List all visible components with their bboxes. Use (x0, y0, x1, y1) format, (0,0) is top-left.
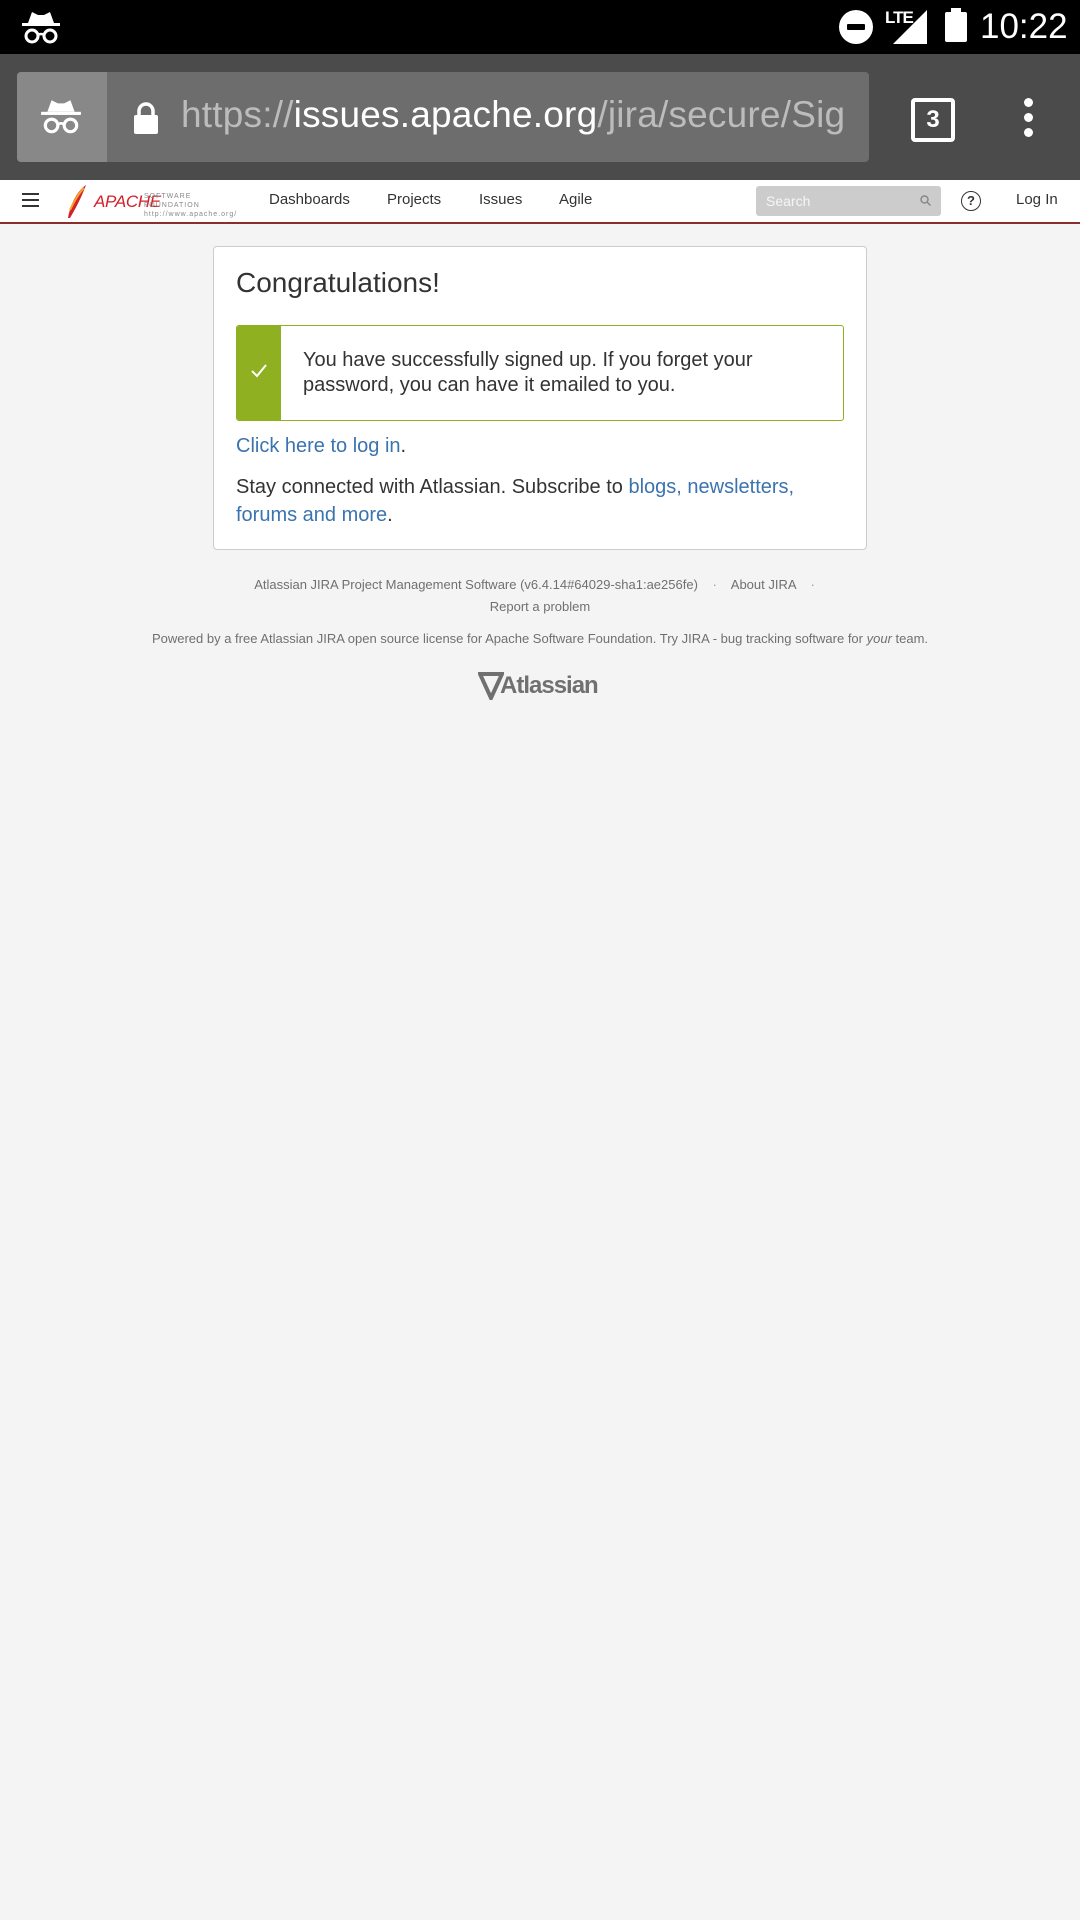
footer-separator: · (712, 577, 717, 592)
url-text[interactable]: https://issues.apache.org/jira/secure/Si… (181, 94, 861, 136)
nav-issues[interactable]: Issues (479, 191, 522, 208)
tab-switcher-button[interactable]: 3 (911, 98, 955, 142)
search-icon[interactable] (920, 195, 931, 206)
success-bar (237, 326, 281, 420)
stay-suffix: . (387, 504, 393, 526)
search-input[interactable] (756, 186, 916, 216)
url-bar[interactable]: https://issues.apache.org/jira/secure/Si… (17, 72, 869, 162)
click-to-login-link[interactable]: Click here to log in (236, 435, 401, 457)
url-host: issues.apache.org (293, 94, 598, 135)
stay-prefix: Stay connected with Atlassian. Subscribe… (236, 476, 629, 498)
nav-projects[interactable]: Projects (387, 191, 441, 208)
login-line-suffix: . (400, 435, 407, 457)
report-problem-link[interactable]: Report a problem (490, 599, 590, 614)
battery-icon (945, 8, 967, 42)
powered-by-text: Powered by a free Atlassian JIRA open so… (151, 631, 929, 646)
signal-icon (893, 10, 927, 44)
do-not-disturb-icon (839, 10, 873, 44)
login-link[interactable]: Log In (1016, 191, 1058, 208)
incognito-icon (41, 100, 81, 134)
success-message-text: You have successfully signed up. If you … (303, 349, 753, 396)
jira-header: APACHE SOFTWARE FOUNDATION http://www.ap… (0, 180, 1080, 224)
url-scheme: https:// (181, 94, 294, 135)
clock: 10:22 (980, 7, 1068, 46)
help-icon[interactable]: ? (961, 191, 981, 211)
stay-connected-text: Stay connected with Atlassian. Subscribe… (236, 473, 836, 529)
lock-icon[interactable] (133, 102, 159, 134)
login-line: Click here to log in. (236, 435, 406, 458)
logo-subtitle: SOFTWARE FOUNDATION http://www.apache.or… (144, 193, 238, 218)
nav-dashboards[interactable]: Dashboards (269, 191, 350, 208)
hamburger-menu-icon[interactable] (22, 193, 39, 207)
powered-emphasis: your (866, 631, 892, 646)
page-title: Congratulations! (236, 267, 440, 298)
footer-links: Atlassian JIRA Project Management Softwa… (0, 574, 1080, 618)
status-bar: LTE 10:22 (0, 0, 1080, 54)
footer-separator: · (810, 577, 815, 592)
atlassian-wordmark: Atlassian (500, 672, 599, 699)
about-jira-link[interactable]: About JIRA (731, 577, 796, 592)
search-box (756, 186, 941, 216)
browser-toolbar: https://issues.apache.org/jira/secure/Si… (0, 54, 1080, 180)
atlassian-logo[interactable]: Atlassian (478, 670, 602, 700)
overflow-menu-icon[interactable] (1010, 98, 1046, 138)
checkmark-icon (251, 364, 267, 378)
apache-logo[interactable]: APACHE SOFTWARE FOUNDATION http://www.ap… (60, 184, 250, 218)
signup-success-card: Congratulations! You have successfully s… (213, 246, 867, 550)
feather-icon (68, 185, 86, 218)
nav-agile[interactable]: Agile (559, 191, 592, 208)
url-path: /jira/secure/Sig (597, 94, 846, 135)
incognito-icon (22, 12, 60, 44)
version-link[interactable]: Atlassian JIRA Project Management Softwa… (254, 577, 698, 592)
success-message: You have successfully signed up. If you … (236, 325, 844, 421)
incognito-badge (17, 72, 107, 162)
